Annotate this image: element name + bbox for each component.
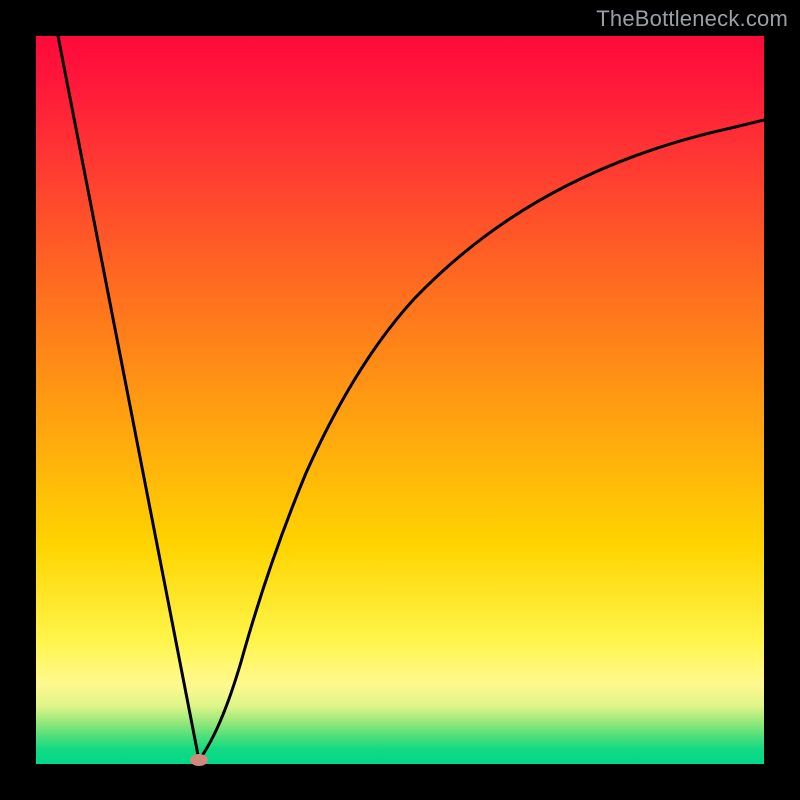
bottleneck-curve bbox=[36, 36, 764, 764]
curve-right-branch bbox=[199, 120, 764, 760]
chart-frame: TheBottleneck.com bbox=[0, 0, 800, 800]
plot-area bbox=[36, 36, 764, 764]
watermark-text: TheBottleneck.com bbox=[596, 6, 788, 32]
curve-left-branch bbox=[58, 36, 199, 760]
optimal-point-marker bbox=[190, 754, 208, 766]
